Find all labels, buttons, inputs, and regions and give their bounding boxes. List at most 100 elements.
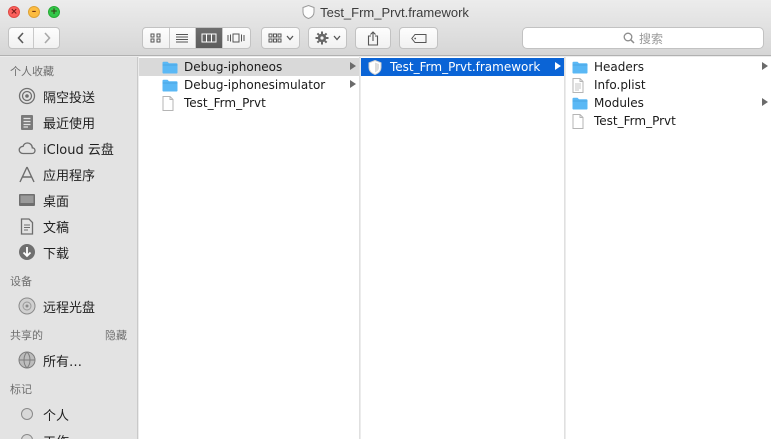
nav-buttons	[8, 27, 60, 49]
folder-icon	[162, 60, 178, 74]
sidebar-item-downloads[interactable]: 下载	[0, 239, 137, 265]
sidebar-item-label: 桌面	[43, 194, 70, 210]
list-item[interactable]: Test_Frm_Prvt.framework	[361, 58, 564, 76]
item-name: Info.plist	[594, 78, 646, 92]
sidebar-item-label: 应用程序	[43, 168, 96, 184]
sidebar-item-tag-work[interactable]: 工作	[0, 427, 137, 439]
documents-icon	[18, 217, 36, 235]
disclosure-arrow-icon	[350, 62, 356, 70]
sidebar-item-label: 下载	[43, 246, 70, 262]
disclosure-arrow-icon	[762, 62, 768, 70]
sidebar-item-remote-disc[interactable]: 远程光盘	[0, 293, 137, 319]
sidebar: 个人收藏 隔空投送 最近使用 iCloud 云盘 应用程序 桌面 文稿 下载 设…	[0, 57, 138, 439]
sidebar-item-applications[interactable]: 应用程序	[0, 161, 137, 187]
search-icon	[623, 32, 635, 44]
share-icon	[367, 30, 379, 46]
sidebar-item-recents[interactable]: 最近使用	[0, 109, 137, 135]
cloud-icon	[18, 139, 36, 157]
list-item[interactable]: Debug-iphoneos	[139, 58, 359, 76]
chevron-down-icon	[286, 35, 293, 41]
applications-icon	[18, 165, 36, 183]
item-name: Test_Frm_Prvt.framework	[390, 60, 541, 74]
document-icon	[162, 95, 178, 111]
arrange-icon	[268, 33, 281, 43]
section-title: 设备	[10, 275, 32, 288]
window-title: Test_Frm_Prvt.framework	[0, 5, 771, 20]
share-button[interactable]	[355, 27, 391, 49]
desktop-icon	[18, 191, 36, 209]
list-item[interactable]: Headers	[566, 58, 771, 76]
list-item[interactable]: Debug-iphonesimulator	[139, 76, 359, 94]
list-item[interactable]: Test_Frm_Prvt	[139, 94, 359, 112]
list-icon	[176, 34, 189, 43]
sidebar-item-label: 个人	[43, 408, 70, 424]
forward-button[interactable]	[34, 28, 59, 48]
sidebar-item-tag-personal[interactable]: 个人	[0, 401, 137, 427]
disclosure-arrow-icon	[762, 98, 768, 106]
sidebar-section-favorites: 个人收藏	[0, 61, 137, 83]
grid-icon	[150, 33, 161, 43]
action-button[interactable]	[308, 27, 347, 49]
back-button[interactable]	[9, 28, 35, 48]
sidebar-item-documents[interactable]: 文稿	[0, 213, 137, 239]
sidebar-item-icloud[interactable]: iCloud 云盘	[0, 135, 137, 161]
edit-tags-button[interactable]	[399, 27, 438, 49]
hide-shared-button[interactable]: 隐藏	[105, 325, 127, 347]
search-placeholder: 搜索	[638, 31, 663, 46]
sidebar-item-label: iCloud 云盘	[43, 142, 114, 158]
sidebar-item-airdrop[interactable]: 隔空投送	[0, 83, 137, 109]
sidebar-item-all-shared[interactable]: 所有…	[0, 347, 137, 373]
folder-icon	[572, 60, 588, 74]
cover-flow-icon	[227, 33, 245, 43]
document-icon	[572, 113, 588, 129]
icon-view-button[interactable]	[143, 28, 170, 48]
sidebar-item-label: 工作	[43, 431, 69, 439]
downloads-icon	[18, 243, 36, 261]
search-field[interactable]: 搜索	[522, 27, 764, 49]
item-name: Debug-iphoneos	[184, 60, 283, 74]
sidebar-section-tags: 标记	[0, 379, 137, 401]
browser-column-1: Debug-iphoneos Debug-iphonesimulator Tes…	[139, 57, 360, 439]
sidebar-section-shared: 共享的 隐藏	[0, 325, 137, 347]
list-view-button[interactable]	[170, 28, 197, 48]
arrange-button[interactable]	[261, 27, 300, 49]
section-title: 共享的	[10, 329, 43, 342]
folder-icon	[572, 96, 588, 110]
framework-icon	[368, 59, 384, 75]
browser-column-2: Test_Frm_Prvt.framework	[361, 57, 565, 439]
column-view-button[interactable]	[196, 28, 223, 48]
browser-column-3: Headers Info.plist Modules Test_Frm_Prvt	[566, 57, 771, 439]
section-title: 个人收藏	[10, 65, 54, 78]
columns-icon	[201, 33, 217, 43]
disclosure-arrow-icon	[555, 62, 561, 70]
list-item[interactable]: Modules	[566, 94, 771, 112]
tag-icon	[410, 33, 426, 43]
sidebar-item-label: 隔空投送	[43, 90, 96, 106]
item-name: Debug-iphonesimulator	[184, 78, 326, 92]
recents-icon	[18, 113, 36, 131]
chevron-left-icon	[17, 32, 24, 44]
remote-disc-icon	[18, 297, 36, 315]
chevron-right-icon	[43, 32, 51, 44]
list-item[interactable]: Test_Frm_Prvt	[566, 112, 771, 130]
view-mode-control	[142, 27, 251, 49]
tag-circle-icon	[18, 405, 36, 423]
sidebar-item-label: 最近使用	[43, 116, 96, 132]
sidebar-item-label: 远程光盘	[43, 300, 96, 316]
item-name: Modules	[594, 96, 644, 110]
section-title: 标记	[10, 383, 32, 396]
tag-circle-icon	[18, 431, 36, 439]
item-name: Headers	[594, 60, 644, 74]
sidebar-section-devices: 设备	[0, 271, 137, 293]
airdrop-icon	[18, 87, 36, 105]
framework-icon	[302, 5, 315, 19]
sidebar-item-label: 文稿	[43, 220, 70, 236]
chevron-down-icon	[333, 35, 340, 41]
item-name: Test_Frm_Prvt	[184, 96, 266, 110]
cover-flow-view-button[interactable]	[223, 28, 250, 48]
sidebar-item-desktop[interactable]: 桌面	[0, 187, 137, 213]
disclosure-arrow-icon	[350, 80, 356, 88]
list-item[interactable]: Info.plist	[566, 76, 771, 94]
network-icon	[18, 351, 36, 369]
plist-file-icon	[572, 77, 588, 93]
